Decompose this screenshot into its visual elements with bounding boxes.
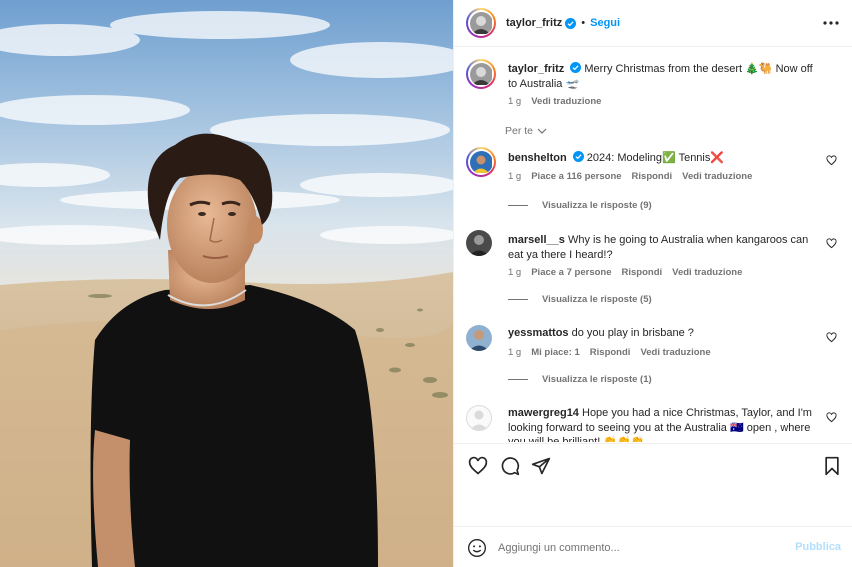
comment-text-block: benshelton 2024: Modeling✅ Tennis❌ (508, 151, 813, 166)
action-bar (454, 443, 852, 525)
comment-text-block: marsell__s Why is he going to Australia … (508, 233, 813, 262)
verified-badge-icon (565, 17, 577, 29)
heart-icon[interactable] (468, 456, 488, 476)
replies-divider (508, 205, 528, 206)
bookmark-icon[interactable] (822, 456, 842, 476)
comment-avatar[interactable] (466, 230, 492, 256)
comment-time: 1 g (508, 347, 522, 358)
post-image (0, 0, 453, 567)
comment-text: 2024: Modeling✅ Tennis❌ (586, 152, 725, 164)
heart-icon[interactable] (826, 155, 837, 166)
comment-item: mawergreg14 Hope you had a nice Christma… (466, 405, 841, 442)
comment-avatar[interactable] (466, 147, 496, 177)
comment-item: marsell__s Why is he going to Australia … (466, 230, 841, 300)
author-username[interactable]: taylor_fritz (506, 17, 562, 29)
caption-time: 1 g (508, 96, 522, 107)
comment-username[interactable]: benshelton (508, 152, 567, 164)
author-avatar-image (469, 11, 492, 34)
post-modal: taylor_fritz • Segui taylor_fritz Merry … (0, 0, 852, 567)
comment-avatar-image (466, 325, 492, 351)
replies-divider (508, 299, 528, 300)
comment-time: 1 g (508, 267, 522, 278)
comment-icon[interactable] (500, 456, 520, 476)
comment-translate-button[interactable]: Vedi traduzione (640, 347, 710, 358)
comment-input[interactable] (498, 537, 788, 559)
comment-meta: 1 g Piace a 7 persone Rispondi Vedi trad… (508, 267, 742, 278)
comment-avatar[interactable] (466, 325, 492, 351)
comment-reply-button[interactable]: Rispondi (632, 171, 673, 182)
comment-text: do you play in brisbane ? (571, 327, 694, 339)
comment-avatar-image (469, 150, 492, 173)
view-replies-button[interactable]: Visualizza le risposte (9) (508, 200, 652, 211)
share-icon[interactable] (531, 456, 551, 476)
author-avatar[interactable] (466, 8, 496, 38)
comment-meta: 1 g Piace a 116 persone Rispondi Vedi tr… (508, 171, 752, 182)
caption-text-block: taylor_fritz Merry Christmas from the de… (508, 62, 813, 91)
comment-text-block: mawergreg14 Hope you had a nice Christma… (508, 406, 813, 442)
default-avatar-icon (470, 410, 488, 430)
caption-avatar-image (469, 62, 492, 85)
caption-avatar[interactable] (466, 59, 496, 89)
comment-reply-button[interactable]: Rispondi (622, 267, 663, 278)
comment-reply-button[interactable]: Rispondi (590, 347, 631, 358)
comment-item: yessmattos do you play in brisbane ? 1 g… (466, 325, 841, 375)
comment-likes[interactable]: Piace a 7 persone (531, 267, 611, 278)
chevron-down-icon (537, 128, 547, 134)
view-replies-button[interactable]: Visualizza le risposte (5) (508, 294, 652, 305)
comment-time: 1 g (508, 171, 522, 182)
heart-icon[interactable] (826, 238, 837, 249)
view-replies-label: Visualizza le risposte (5) (542, 294, 652, 305)
view-replies-button[interactable]: Visualizza le risposte (1) (508, 374, 652, 385)
comment-avatar-image (466, 230, 492, 256)
post-side-panel: taylor_fritz • Segui taylor_fritz Merry … (453, 0, 852, 567)
comment-username[interactable]: mawergreg14 (508, 407, 579, 419)
heart-icon[interactable] (826, 412, 837, 423)
heart-icon[interactable] (826, 332, 837, 343)
comment-meta: 1 g Mi piace: 1 Rispondi Vedi traduzione (508, 347, 711, 358)
comment-likes[interactable]: Mi piace: 1 (531, 347, 580, 358)
publish-button[interactable]: Pubblica (795, 541, 841, 553)
post-photo[interactable] (0, 0, 453, 567)
emoji-icon[interactable] (467, 538, 487, 558)
add-comment-bar: Pubblica (454, 526, 852, 567)
comment-text-block: yessmattos do you play in brisbane ? (508, 326, 813, 341)
more-horizontal-icon[interactable] (823, 16, 839, 30)
caption-row: taylor_fritz Merry Christmas from the de… (466, 59, 841, 119)
comment-likes[interactable]: Piace a 116 persone (531, 171, 621, 182)
verified-badge-icon (572, 151, 584, 162)
comment-avatar[interactable] (466, 405, 492, 431)
verified-badge-icon (570, 62, 582, 73)
comment-filter-dropdown[interactable]: Per te (505, 125, 547, 137)
comment-translate-button[interactable]: Vedi traduzione (672, 267, 742, 278)
replies-divider (508, 379, 528, 380)
comment-filter-label: Per te (505, 125, 534, 137)
caption-meta: 1 g Vedi traduzione (508, 96, 601, 107)
view-replies-label: Visualizza le risposte (9) (542, 200, 652, 211)
comment-translate-button[interactable]: Vedi traduzione (682, 171, 752, 182)
comment-username[interactable]: marsell__s (508, 234, 565, 246)
header-separator: • (581, 17, 586, 29)
comment-username[interactable]: yessmattos (508, 327, 569, 339)
view-replies-label: Visualizza le risposte (1) (542, 374, 652, 385)
post-header: taylor_fritz • Segui (454, 0, 852, 47)
follow-button[interactable]: Segui (590, 17, 620, 29)
comments-list[interactable]: taylor_fritz Merry Christmas from the de… (454, 48, 852, 442)
caption-username[interactable]: taylor_fritz (508, 63, 564, 75)
caption-translate-button[interactable]: Vedi traduzione (531, 96, 601, 107)
